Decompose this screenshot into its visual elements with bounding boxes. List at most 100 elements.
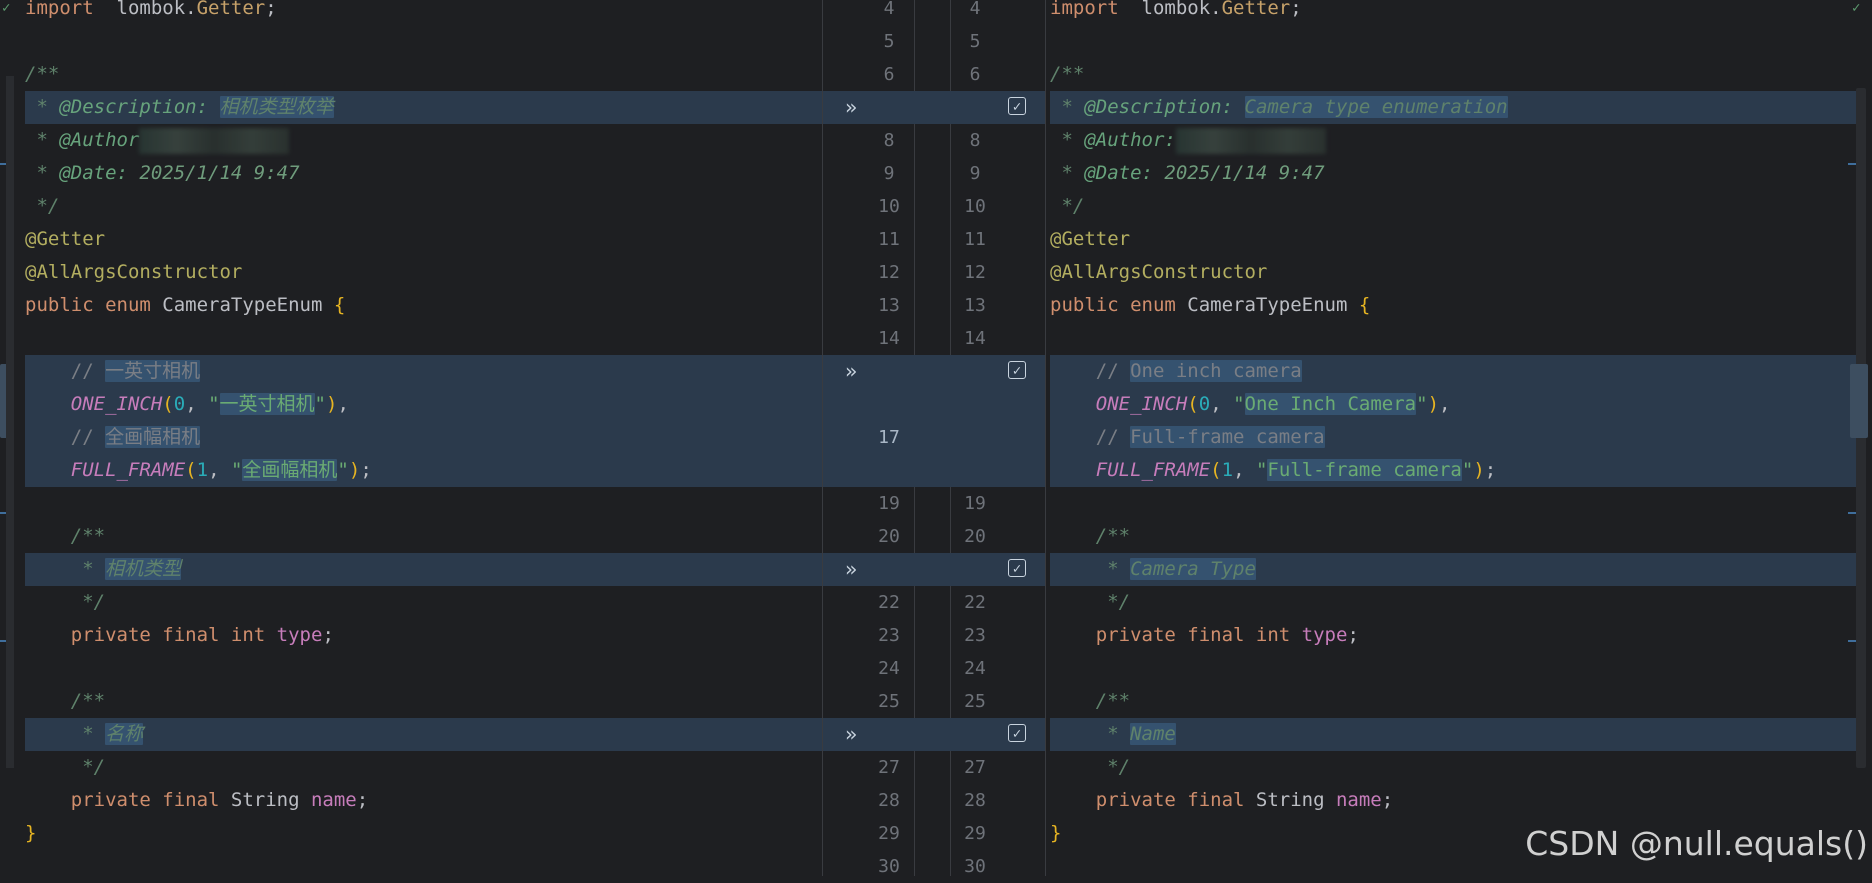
code-token: " [208,393,220,415]
code-token: 0 [1198,393,1211,415]
left-scrollbar[interactable] [6,76,14,768]
code-token: Camera Type [1130,558,1256,580]
code-token: */ [25,195,60,217]
code-token: lombok. [93,0,197,19]
left-code-line[interactable]: /** [25,685,822,718]
right-code-line[interactable]: @Getter [1050,223,1858,256]
right-code-line[interactable]: // Full-frame camera [1050,421,1858,454]
code-token: @AllArgsConstructor [25,261,243,283]
right-code-line[interactable]: private final String name; [1050,784,1858,817]
code-token: ; [360,459,372,481]
line-number-right: 28 [964,790,986,811]
right-code-line[interactable]: * @Author: [1050,124,1858,157]
right-code-line[interactable]: ONE_INCH(0, "One Inch Camera"), [1050,388,1858,421]
checkbox-icon[interactable]: ✓ [1008,559,1026,577]
code-token: , [337,393,349,415]
right-code-line[interactable]: /** [1050,520,1858,553]
right-code-line[interactable]: private final int type; [1050,619,1858,652]
left-code-line[interactable] [25,850,822,876]
left-code-line[interactable]: public enum CameraTypeEnum { [25,289,822,322]
code-token: ; [1347,624,1359,646]
left-code-line[interactable] [25,25,822,58]
code-token: Full-frame camera [1130,426,1325,448]
checkbox-icon[interactable]: ✓ [1008,97,1026,115]
code-token: 一英寸相机 [105,360,201,382]
right-code-line[interactable] [1050,652,1858,685]
left-code-line[interactable]: /** [25,520,822,553]
right-code-line[interactable] [1050,322,1858,355]
gutter-line: 55 [823,25,1045,58]
line-number-left: 14 [878,328,900,349]
right-code-line[interactable] [1050,25,1858,58]
accept-change-icon[interactable]: » [841,361,861,382]
right-code-line[interactable]: */ [1050,586,1858,619]
accept-change-icon[interactable]: » [841,97,861,118]
right-code-line[interactable]: * Name [1050,718,1858,751]
line-number-right: 12 [964,262,986,283]
left-code-line[interactable]: ONE_INCH(0, "一英寸相机"), [25,388,822,421]
left-code-line[interactable]: */ [25,586,822,619]
checkbox-icon[interactable]: ✓ [1008,361,1026,379]
right-code-line[interactable] [1050,487,1858,520]
left-code-line[interactable]: // 一英寸相机 [25,355,822,388]
code-token: private final int [25,624,277,646]
right-code-line[interactable]: */ [1050,190,1858,223]
left-code-line[interactable] [25,487,822,520]
right-code-line[interactable]: FULL_FRAME(1, "Full-frame camera"); [1050,454,1858,487]
line-number-left: 13 [878,295,900,316]
code-token: " [337,459,349,481]
gutter-line: 11 11 [823,223,1045,256]
left-code-line[interactable]: FULL_FRAME(1, "全画幅相机"); [25,454,822,487]
code-token: CameraTypeEnum [1187,294,1359,316]
right-code-line[interactable]: /** [1050,685,1858,718]
code-token: public enum [25,294,163,316]
left-code-line[interactable]: private final String name; [25,784,822,817]
left-code-line[interactable]: * @Date: 2025/1/14 9:47 [25,157,822,190]
right-code-line[interactable]: public enum CameraTypeEnum { [1050,289,1858,322]
right-code-line[interactable]: * Camera Type [1050,553,1858,586]
left-code-line[interactable]: private final int type; [25,619,822,652]
left-code-line[interactable]: */ [25,190,822,223]
gutter-line: 12 12 [823,256,1045,289]
code-token: @Getter [1050,228,1131,250]
left-code-line[interactable] [25,652,822,685]
line-number-left: 5 [883,31,895,52]
gutter-line: 24 24 [823,652,1045,685]
left-code-line[interactable]: /** [25,58,822,91]
code-token: * [1050,162,1085,184]
accept-change-icon[interactable]: » [841,559,861,580]
code-token: " [230,459,243,481]
left-editor-pane[interactable]: import lombok.Getter; /** * @Description:… [0,0,822,876]
right-code-line[interactable]: import lombok.Getter; [1050,0,1858,25]
code-token: import [25,0,94,19]
right-editor-pane[interactable]: import lombok.Getter; /** * @Description:… [1046,0,1872,876]
left-code-line[interactable]: } [25,817,822,850]
right-code-line[interactable]: // One inch camera [1050,355,1858,388]
left-code-line[interactable]: */ [25,751,822,784]
left-code-line[interactable]: * @Description: 相机类型枚举 [25,91,822,124]
left-code-line[interactable]: * 相机类型 [25,553,822,586]
left-code-line[interactable]: import lombok.Getter; [25,0,822,25]
left-code-line[interactable]: @Getter [25,223,822,256]
left-code-line[interactable]: @AllArgsConstructor [25,256,822,289]
left-code-line[interactable] [25,322,822,355]
code-token: ) [326,393,338,415]
right-code-line[interactable]: */ [1050,751,1858,784]
right-code-line[interactable]: /** [1050,58,1858,91]
right-code-line[interactable]: * @Description: Camera type enumeration [1050,91,1858,124]
diff-gutter: 4 4 5 5 6 6» ✓ 8 8 9 9 10 10 11 11 12 12 13 13 14 14» ✓ 17 19 19… [822,0,1046,877]
accept-change-icon[interactable]: » [841,724,861,745]
check-icon: ✓ [1852,0,1861,16]
left-code-line[interactable]: * 名称 [25,718,822,751]
checkbox-icon[interactable]: ✓ [1008,724,1026,742]
code-token: 2025/1/14 9:47 [1152,162,1325,184]
line-number-right: 20 [964,526,986,547]
left-code-line[interactable]: * @Author [25,124,822,157]
line-number-left: 28 [878,790,900,811]
code-token: lombok. [1118,0,1222,19]
code-token: type [1301,624,1348,646]
right-code-line[interactable]: @AllArgsConstructor [1050,256,1858,289]
left-code-line[interactable]: // 全画幅相机 [25,421,822,454]
right-code-line[interactable]: * @Date: 2025/1/14 9:47 [1050,157,1858,190]
gutter-line: 99 [823,157,1045,190]
